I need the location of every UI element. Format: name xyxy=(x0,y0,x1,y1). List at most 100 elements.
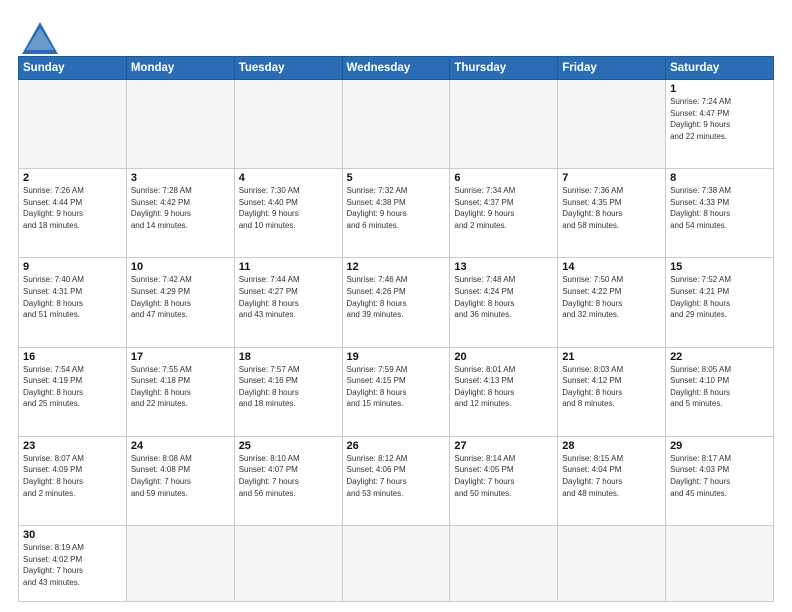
calendar-cell: 27Sunrise: 8:14 AM Sunset: 4:05 PM Dayli… xyxy=(450,436,558,525)
calendar-cell xyxy=(450,80,558,169)
day-info: Sunrise: 8:05 AM Sunset: 4:10 PM Dayligh… xyxy=(670,364,769,410)
calendar-cell xyxy=(450,526,558,602)
logo xyxy=(18,22,52,50)
calendar-cell: 10Sunrise: 7:42 AM Sunset: 4:29 PM Dayli… xyxy=(126,258,234,347)
day-number: 15 xyxy=(670,261,769,273)
day-number: 23 xyxy=(23,440,122,452)
calendar-week-4: 23Sunrise: 8:07 AM Sunset: 4:09 PM Dayli… xyxy=(19,436,774,525)
col-header-thursday: Thursday xyxy=(450,57,558,80)
calendar-week-3: 16Sunrise: 7:54 AM Sunset: 4:19 PM Dayli… xyxy=(19,347,774,436)
calendar-cell: 4Sunrise: 7:30 AM Sunset: 4:40 PM Daylig… xyxy=(234,169,342,258)
day-number: 7 xyxy=(562,172,661,184)
day-number: 1 xyxy=(670,83,769,95)
calendar-cell xyxy=(558,526,666,602)
calendar-cell: 19Sunrise: 7:59 AM Sunset: 4:15 PM Dayli… xyxy=(342,347,450,436)
day-number: 26 xyxy=(347,440,446,452)
day-number: 14 xyxy=(562,261,661,273)
col-header-friday: Friday xyxy=(558,57,666,80)
calendar-cell: 25Sunrise: 8:10 AM Sunset: 4:07 PM Dayli… xyxy=(234,436,342,525)
day-info: Sunrise: 7:24 AM Sunset: 4:47 PM Dayligh… xyxy=(670,96,769,142)
day-info: Sunrise: 8:01 AM Sunset: 4:13 PM Dayligh… xyxy=(454,364,553,410)
day-info: Sunrise: 7:54 AM Sunset: 4:19 PM Dayligh… xyxy=(23,364,122,410)
day-info: Sunrise: 7:44 AM Sunset: 4:27 PM Dayligh… xyxy=(239,274,338,320)
logo-icon xyxy=(22,22,52,50)
calendar-cell xyxy=(234,80,342,169)
calendar-week-0: 1Sunrise: 7:24 AM Sunset: 4:47 PM Daylig… xyxy=(19,80,774,169)
calendar-cell: 3Sunrise: 7:28 AM Sunset: 4:42 PM Daylig… xyxy=(126,169,234,258)
day-number: 5 xyxy=(347,172,446,184)
calendar-cell xyxy=(19,80,127,169)
day-number: 18 xyxy=(239,351,338,363)
calendar-cell xyxy=(342,526,450,602)
day-number: 29 xyxy=(670,440,769,452)
calendar-cell: 22Sunrise: 8:05 AM Sunset: 4:10 PM Dayli… xyxy=(666,347,774,436)
calendar-cell xyxy=(342,80,450,169)
calendar-cell: 14Sunrise: 7:50 AM Sunset: 4:22 PM Dayli… xyxy=(558,258,666,347)
calendar-cell: 17Sunrise: 7:55 AM Sunset: 4:18 PM Dayli… xyxy=(126,347,234,436)
day-info: Sunrise: 8:03 AM Sunset: 4:12 PM Dayligh… xyxy=(562,364,661,410)
day-info: Sunrise: 7:42 AM Sunset: 4:29 PM Dayligh… xyxy=(131,274,230,320)
calendar-cell: 12Sunrise: 7:46 AM Sunset: 4:26 PM Dayli… xyxy=(342,258,450,347)
day-number: 22 xyxy=(670,351,769,363)
day-info: Sunrise: 8:15 AM Sunset: 4:04 PM Dayligh… xyxy=(562,453,661,499)
day-info: Sunrise: 7:52 AM Sunset: 4:21 PM Dayligh… xyxy=(670,274,769,320)
header xyxy=(18,18,774,50)
day-info: Sunrise: 7:32 AM Sunset: 4:38 PM Dayligh… xyxy=(347,185,446,231)
day-number: 25 xyxy=(239,440,338,452)
calendar-cell: 24Sunrise: 8:08 AM Sunset: 4:08 PM Dayli… xyxy=(126,436,234,525)
day-number: 21 xyxy=(562,351,661,363)
day-info: Sunrise: 7:30 AM Sunset: 4:40 PM Dayligh… xyxy=(239,185,338,231)
day-number: 13 xyxy=(454,261,553,273)
day-number: 20 xyxy=(454,351,553,363)
day-info: Sunrise: 8:17 AM Sunset: 4:03 PM Dayligh… xyxy=(670,453,769,499)
day-info: Sunrise: 7:28 AM Sunset: 4:42 PM Dayligh… xyxy=(131,185,230,231)
day-info: Sunrise: 7:50 AM Sunset: 4:22 PM Dayligh… xyxy=(562,274,661,320)
day-info: Sunrise: 8:08 AM Sunset: 4:08 PM Dayligh… xyxy=(131,453,230,499)
day-number: 27 xyxy=(454,440,553,452)
calendar-cell: 11Sunrise: 7:44 AM Sunset: 4:27 PM Dayli… xyxy=(234,258,342,347)
calendar-cell: 20Sunrise: 8:01 AM Sunset: 4:13 PM Dayli… xyxy=(450,347,558,436)
day-number: 24 xyxy=(131,440,230,452)
calendar-cell: 8Sunrise: 7:38 AM Sunset: 4:33 PM Daylig… xyxy=(666,169,774,258)
day-number: 19 xyxy=(347,351,446,363)
day-number: 11 xyxy=(239,261,338,273)
calendar-cell: 1Sunrise: 7:24 AM Sunset: 4:47 PM Daylig… xyxy=(666,80,774,169)
calendar-cell: 23Sunrise: 8:07 AM Sunset: 4:09 PM Dayli… xyxy=(19,436,127,525)
calendar-week-2: 9Sunrise: 7:40 AM Sunset: 4:31 PM Daylig… xyxy=(19,258,774,347)
calendar-cell: 5Sunrise: 7:32 AM Sunset: 4:38 PM Daylig… xyxy=(342,169,450,258)
calendar-cell xyxy=(126,80,234,169)
day-info: Sunrise: 7:36 AM Sunset: 4:35 PM Dayligh… xyxy=(562,185,661,231)
calendar-table: SundayMondayTuesdayWednesdayThursdayFrid… xyxy=(18,56,774,602)
day-number: 12 xyxy=(347,261,446,273)
calendar-cell: 18Sunrise: 7:57 AM Sunset: 4:16 PM Dayli… xyxy=(234,347,342,436)
day-number: 3 xyxy=(131,172,230,184)
day-info: Sunrise: 7:40 AM Sunset: 4:31 PM Dayligh… xyxy=(23,274,122,320)
calendar-cell xyxy=(126,526,234,602)
day-info: Sunrise: 8:12 AM Sunset: 4:06 PM Dayligh… xyxy=(347,453,446,499)
col-header-monday: Monday xyxy=(126,57,234,80)
day-info: Sunrise: 8:07 AM Sunset: 4:09 PM Dayligh… xyxy=(23,453,122,499)
day-info: Sunrise: 8:10 AM Sunset: 4:07 PM Dayligh… xyxy=(239,453,338,499)
calendar-cell: 28Sunrise: 8:15 AM Sunset: 4:04 PM Dayli… xyxy=(558,436,666,525)
day-number: 8 xyxy=(670,172,769,184)
calendar-header-row: SundayMondayTuesdayWednesdayThursdayFrid… xyxy=(19,57,774,80)
calendar-cell: 7Sunrise: 7:36 AM Sunset: 4:35 PM Daylig… xyxy=(558,169,666,258)
day-number: 16 xyxy=(23,351,122,363)
day-number: 17 xyxy=(131,351,230,363)
calendar-cell xyxy=(666,526,774,602)
calendar-cell: 30Sunrise: 8:19 AM Sunset: 4:02 PM Dayli… xyxy=(19,526,127,602)
calendar-cell xyxy=(234,526,342,602)
calendar-cell: 21Sunrise: 8:03 AM Sunset: 4:12 PM Dayli… xyxy=(558,347,666,436)
col-header-sunday: Sunday xyxy=(19,57,127,80)
day-info: Sunrise: 7:59 AM Sunset: 4:15 PM Dayligh… xyxy=(347,364,446,410)
day-info: Sunrise: 7:48 AM Sunset: 4:24 PM Dayligh… xyxy=(454,274,553,320)
page: SundayMondayTuesdayWednesdayThursdayFrid… xyxy=(0,0,792,612)
col-header-wednesday: Wednesday xyxy=(342,57,450,80)
calendar-week-5: 30Sunrise: 8:19 AM Sunset: 4:02 PM Dayli… xyxy=(19,526,774,602)
day-info: Sunrise: 7:34 AM Sunset: 4:37 PM Dayligh… xyxy=(454,185,553,231)
calendar-week-1: 2Sunrise: 7:26 AM Sunset: 4:44 PM Daylig… xyxy=(19,169,774,258)
day-number: 4 xyxy=(239,172,338,184)
day-number: 28 xyxy=(562,440,661,452)
day-info: Sunrise: 8:14 AM Sunset: 4:05 PM Dayligh… xyxy=(454,453,553,499)
calendar-cell: 2Sunrise: 7:26 AM Sunset: 4:44 PM Daylig… xyxy=(19,169,127,258)
